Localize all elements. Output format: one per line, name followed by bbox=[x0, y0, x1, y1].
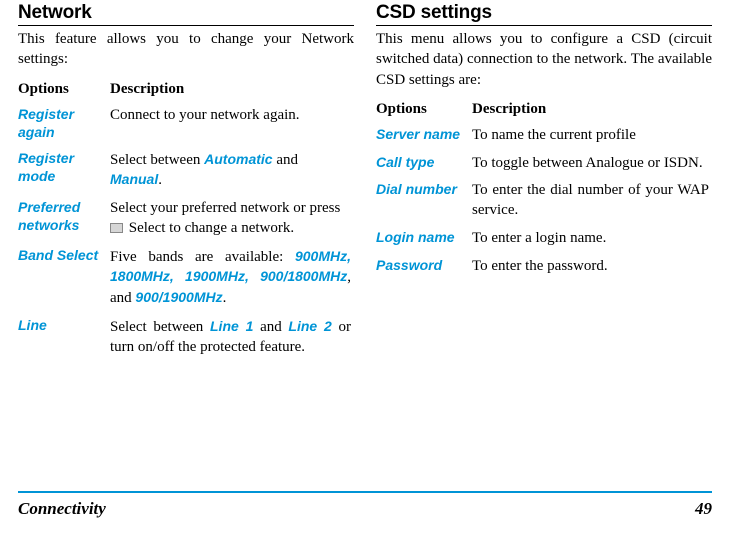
csd-intro: This menu allows you to configure a CSD … bbox=[376, 29, 712, 90]
table-row: Call type To toggle between Analogue or … bbox=[376, 150, 712, 178]
table-row: Login name To enter a login name. bbox=[376, 225, 712, 253]
desc-text: To enter the dial number of your WAP ser… bbox=[472, 181, 709, 221]
col-header-description: Description bbox=[472, 101, 546, 117]
csd-table: Options Description Server name To name … bbox=[376, 96, 712, 281]
network-intro: This feature allows you to change your N… bbox=[18, 29, 354, 70]
col-header-description: Description bbox=[110, 81, 184, 97]
desc-text: Select between Automatic and Manual. bbox=[110, 146, 354, 196]
option-preferred-networks: Preferred networks bbox=[18, 199, 80, 233]
table-row: Server name To name the current profile bbox=[376, 122, 712, 150]
csd-heading: CSD settings bbox=[376, 2, 712, 26]
link-automatic: Automatic bbox=[204, 151, 272, 167]
desc-text: To enter a login name. bbox=[472, 230, 606, 246]
footer-page-number: 49 bbox=[695, 499, 712, 519]
link-line2: Line 2 bbox=[288, 318, 331, 334]
desc-text: To toggle between Analogue or ISDN. bbox=[472, 154, 709, 174]
select-key-icon bbox=[110, 223, 123, 233]
page-footer: Connectivity 49 bbox=[18, 491, 712, 519]
col-header-options: Options bbox=[376, 101, 427, 117]
link-line1: Line 1 bbox=[210, 318, 253, 334]
option-band-select: Band Select bbox=[18, 247, 98, 263]
network-column: Network This feature allows you to chang… bbox=[18, 2, 354, 362]
option-register-again: Register again bbox=[18, 106, 74, 140]
page-content: Network This feature allows you to chang… bbox=[0, 0, 730, 362]
option-dial-number: Dial number bbox=[376, 181, 457, 197]
network-heading: Network bbox=[18, 2, 354, 26]
network-table: Options Description Register again Conne… bbox=[18, 76, 354, 362]
option-password: Password bbox=[376, 257, 442, 273]
table-row: Dial number To enter the dial number of … bbox=[376, 177, 712, 225]
desc-text: Connect to your network again. bbox=[110, 107, 300, 123]
csd-column: CSD settings This menu allows you to con… bbox=[376, 2, 712, 362]
col-header-options: Options bbox=[18, 81, 69, 97]
table-row: Register mode Select between Automatic a… bbox=[18, 146, 354, 196]
table-row: Band Select Five bands are available: 90… bbox=[18, 243, 354, 313]
desc-text: To name the current profile bbox=[472, 127, 636, 143]
option-line: Line bbox=[18, 317, 47, 333]
desc-text: To enter the password. bbox=[472, 258, 608, 274]
footer-section: Connectivity bbox=[18, 499, 106, 519]
table-row: Register again Connect to your network a… bbox=[18, 102, 354, 146]
link-band-last: 900/1900MHz bbox=[135, 289, 222, 305]
option-server-name: Server name bbox=[376, 126, 460, 142]
option-login-name: Login name bbox=[376, 229, 455, 245]
table-row: Line Select between Line 1 and Line 2 or… bbox=[18, 313, 354, 362]
desc-text: Select between Line 1 and Line 2 or turn… bbox=[110, 313, 354, 362]
desc-text: Five bands are available: 900MHz, 1800MH… bbox=[110, 243, 354, 313]
link-manual: Manual bbox=[110, 171, 158, 187]
table-row: Password To enter the password. bbox=[376, 253, 712, 281]
option-call-type: Call type bbox=[376, 154, 434, 170]
table-row: Preferred networks Select your preferred… bbox=[18, 195, 354, 243]
desc-text: Select your preferred network or press S… bbox=[110, 195, 354, 243]
option-register-mode: Register mode bbox=[18, 150, 74, 184]
